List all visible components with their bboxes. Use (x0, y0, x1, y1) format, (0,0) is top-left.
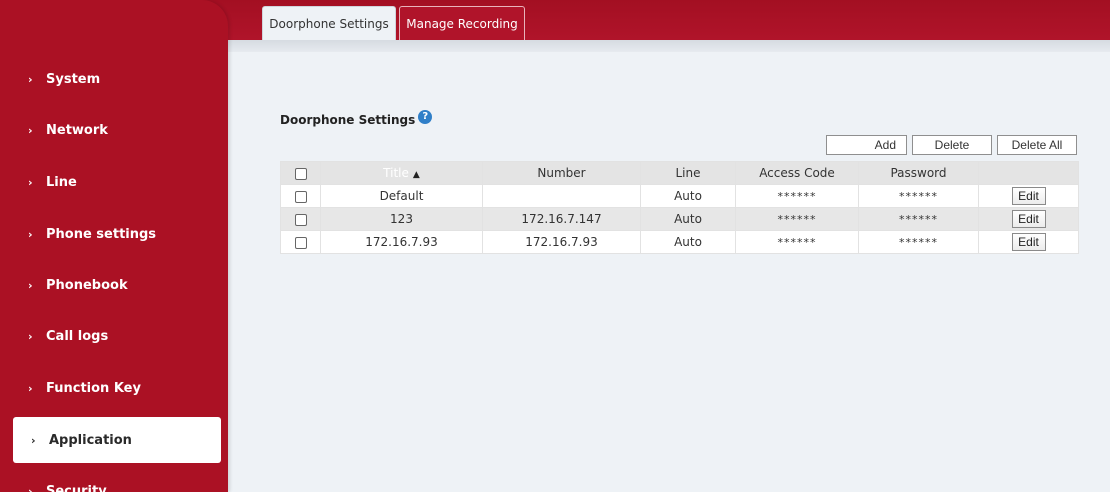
sidebar-item-application[interactable]: › Application (13, 417, 221, 463)
row-select-cell (280, 184, 321, 208)
row-checkbox[interactable] (294, 190, 307, 203)
select-all-cell (280, 161, 321, 185)
chevron-right-icon: › (28, 175, 33, 189)
edit-button[interactable]: Edit (1011, 187, 1046, 205)
chevron-right-icon: › (28, 484, 33, 492)
tab-manage-recording[interactable]: Manage Recording (399, 6, 525, 40)
cell-title: 172.16.7.93 (320, 230, 483, 254)
column-header-password: Password (858, 161, 979, 185)
column-header-label: Title (383, 166, 409, 180)
chevron-right-icon: › (28, 278, 33, 292)
cell-line: Auto (640, 230, 736, 254)
chevron-right-icon: › (28, 329, 33, 343)
cell-password: ****** (858, 184, 979, 208)
chevron-right-icon: › (28, 72, 33, 86)
chevron-right-icon: › (28, 227, 33, 241)
sidebar-item-line[interactable]: › Line (0, 159, 222, 205)
table-row: 123 172.16.7.147 Auto ****** ****** Edit (280, 207, 1079, 231)
cell-access-code: ****** (735, 207, 859, 231)
cell-action: Edit (978, 184, 1079, 208)
sidebar-item-label: Phone settings (46, 226, 157, 242)
chevron-right-icon: › (31, 433, 36, 447)
table-row: Default Auto ****** ****** Edit (280, 184, 1079, 208)
tab-label: Doorphone Settings (269, 16, 389, 31)
sidebar-item-security[interactable]: › Security (0, 468, 222, 492)
select-all-checkbox[interactable] (294, 167, 307, 180)
cell-password: ****** (858, 207, 979, 231)
sidebar-item-function-key[interactable]: › Function Key (0, 365, 222, 411)
section-title: Doorphone Settings ? (280, 110, 433, 127)
cell-action: Edit (978, 230, 1079, 254)
sidebar: › System › Network › Line › Phone settin… (0, 0, 228, 492)
column-header-access-code: Access Code (735, 161, 859, 185)
table-row: 172.16.7.93 172.16.7.93 Auto ****** ****… (280, 230, 1079, 254)
row-select-cell (280, 230, 321, 254)
column-header-line: Line (640, 161, 736, 185)
cell-line: Auto (640, 207, 736, 231)
cell-number: 172.16.7.147 (482, 207, 641, 231)
sort-ascending-icon: ▲ (412, 170, 420, 180)
sidebar-item-phonebook[interactable]: › Phonebook (0, 262, 222, 308)
chevron-right-icon: › (28, 381, 33, 395)
sidebar-item-label: System (46, 71, 101, 87)
content-area (200, 40, 1110, 492)
add-button[interactable]: Add (826, 135, 907, 155)
delete-button[interactable]: Delete (912, 135, 992, 155)
column-header-action (978, 161, 1079, 185)
sidebar-item-label: Function Key (46, 380, 141, 396)
cell-number: 172.16.7.93 (482, 230, 641, 254)
edit-button[interactable]: Edit (1011, 233, 1046, 251)
sidebar-item-label: Application (49, 432, 132, 448)
content-header-stripe (228, 40, 1110, 52)
tab-label: Manage Recording (406, 16, 518, 31)
sidebar-item-label: Call logs (46, 328, 109, 344)
chevron-right-icon: › (28, 123, 33, 137)
cell-access-code: ****** (735, 184, 859, 208)
column-header-title[interactable]: Title ▲ (320, 161, 483, 185)
section-title-text: Doorphone Settings (280, 113, 416, 127)
cell-action: Edit (978, 207, 1079, 231)
sidebar-item-label: Network (46, 122, 108, 138)
sidebar-item-system[interactable]: › System (0, 56, 222, 102)
edit-button[interactable]: Edit (1011, 210, 1046, 228)
table-header-row: Title ▲ Number Line Access Code Password (280, 161, 1079, 185)
sidebar-item-label: Line (46, 174, 77, 190)
tab-doorphone-settings[interactable]: Doorphone Settings (262, 6, 396, 40)
cell-number (482, 184, 641, 208)
sidebar-item-call-logs[interactable]: › Call logs (0, 313, 222, 359)
sidebar-item-network[interactable]: › Network (0, 107, 222, 153)
column-header-number: Number (482, 161, 641, 185)
app-window: › System › Network › Line › Phone settin… (0, 0, 1110, 492)
cell-access-code: ****** (735, 230, 859, 254)
row-checkbox[interactable] (294, 236, 307, 249)
cell-title: 123 (320, 207, 483, 231)
cell-password: ****** (858, 230, 979, 254)
doorphone-table: Title ▲ Number Line Access Code Password … (280, 161, 1079, 254)
sidebar-item-label: Security (46, 483, 107, 492)
row-select-cell (280, 207, 321, 231)
cell-title: Default (320, 184, 483, 208)
question-circle-icon[interactable]: ? (418, 110, 433, 124)
delete-all-button[interactable]: Delete All (997, 135, 1077, 155)
sidebar-item-label: Phonebook (46, 277, 128, 293)
row-checkbox[interactable] (294, 213, 307, 226)
sidebar-item-phone-settings[interactable]: › Phone settings (0, 211, 222, 257)
cell-line: Auto (640, 184, 736, 208)
